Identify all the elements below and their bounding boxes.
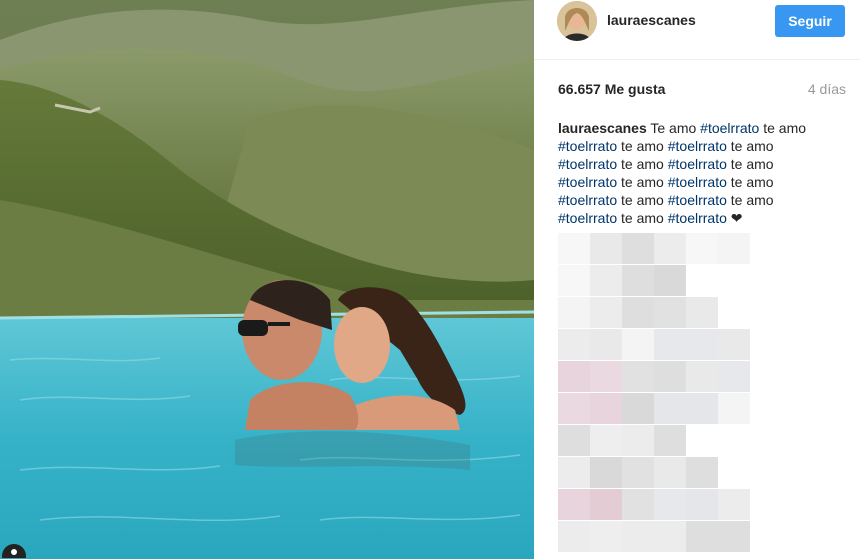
caption-username[interactable]: lauraescanes <box>558 120 647 136</box>
caption-text: te amo <box>617 156 668 172</box>
pixel-block <box>590 489 622 520</box>
pixel-block <box>622 457 654 488</box>
pixel-block <box>686 233 718 264</box>
pixel-block <box>558 265 590 296</box>
pixel-block <box>590 329 622 360</box>
caption-text: te amo <box>726 156 774 172</box>
pixel-block <box>558 329 590 360</box>
hashtag-link[interactable]: #toelrrato <box>668 210 727 226</box>
hashtag-link[interactable]: #toelrrato <box>558 210 617 226</box>
pixel-block <box>654 329 686 360</box>
pixel-block <box>686 361 718 392</box>
caption-line: #toelrrato te amo #toelrrato ❤ <box>558 209 848 227</box>
caption-text: Te amo <box>646 120 701 136</box>
header-username[interactable]: lauraescanes <box>607 12 696 28</box>
pixel-block <box>654 297 686 328</box>
post-photo-image <box>0 0 534 559</box>
pixelated-comments <box>558 233 848 559</box>
hashtag-link[interactable]: #toelrrato <box>668 156 727 172</box>
pixel-block <box>686 489 718 520</box>
pixel-block <box>718 489 750 520</box>
pixel-block <box>558 393 590 424</box>
pixel-block <box>718 393 750 424</box>
pixel-block <box>590 265 622 296</box>
caption-text: te amo <box>759 120 807 136</box>
pixel-block <box>558 233 590 264</box>
caption-line: #toelrrato te amo #toelrrato te amo <box>558 137 848 155</box>
pixel-block <box>718 361 750 392</box>
pixel-block <box>590 297 622 328</box>
pixel-block <box>590 233 622 264</box>
hashtag-link[interactable]: #toelrrato <box>558 138 617 154</box>
pixel-block <box>590 361 622 392</box>
pixel-block <box>686 297 718 328</box>
caption-text: ❤ <box>726 210 743 226</box>
pixel-block <box>654 457 686 488</box>
pixel-block <box>718 233 750 264</box>
pixel-block <box>654 425 686 456</box>
pixel-block <box>686 329 718 360</box>
hashtag-link[interactable]: #toelrrato <box>700 120 759 136</box>
pixel-block <box>654 233 686 264</box>
caption-text: te amo <box>617 192 668 208</box>
pixel-block <box>654 265 686 296</box>
pixel-block <box>558 489 590 520</box>
pixel-block <box>622 425 654 456</box>
caption-text: te amo <box>726 138 774 154</box>
likes-count[interactable]: 66.657 Me gusta <box>558 81 665 97</box>
post-header: lauraescanes Seguir <box>534 0 860 44</box>
instagram-post: lauraescanes Seguir 66.657 Me gusta 4 dí… <box>0 0 860 559</box>
caption-text: te amo <box>726 174 774 190</box>
hashtag-link[interactable]: #toelrrato <box>668 192 727 208</box>
avatar-image <box>557 1 597 41</box>
caption-text: te amo <box>726 192 774 208</box>
pixel-block <box>558 425 590 456</box>
pixel-block <box>718 521 750 552</box>
pixel-block <box>622 361 654 392</box>
pixel-block <box>686 457 718 488</box>
pixel-block <box>654 521 686 552</box>
caption-line: lauraescanes Te amo #toelrrato te amo <box>558 119 848 137</box>
pixel-block <box>622 297 654 328</box>
pixel-block <box>590 457 622 488</box>
pixel-block <box>558 521 590 552</box>
post-photo[interactable] <box>0 0 534 559</box>
pixel-block <box>558 457 590 488</box>
caption-line: #toelrrato te amo #toelrrato te amo <box>558 191 848 209</box>
caption-text: te amo <box>617 138 668 154</box>
hashtag-link[interactable]: #toelrrato <box>558 174 617 190</box>
post-side-panel: lauraescanes Seguir 66.657 Me gusta 4 dí… <box>534 0 860 559</box>
pixel-block <box>686 393 718 424</box>
caption-lines: lauraescanes Te amo #toelrrato te amo #to… <box>558 119 848 227</box>
caption: lauraescanes Te amo #toelrrato te amo #to… <box>558 119 848 227</box>
hashtag-link[interactable]: #toelrrato <box>558 156 617 172</box>
pixel-block <box>622 233 654 264</box>
follow-button[interactable]: Seguir <box>775 5 845 37</box>
caption-text: te amo <box>617 210 668 226</box>
caption-line: #toelrrato te amo #toelrrato te amo <box>558 155 848 173</box>
caption-text: te amo <box>617 174 668 190</box>
pixel-block <box>622 489 654 520</box>
post-time[interactable]: 4 días <box>808 81 846 97</box>
pixel-block <box>686 521 718 552</box>
pixel-block <box>654 489 686 520</box>
header-divider <box>534 59 860 60</box>
pixel-block <box>622 521 654 552</box>
avatar[interactable] <box>557 1 597 41</box>
pixel-block <box>558 361 590 392</box>
hashtag-link[interactable]: #toelrrato <box>558 192 617 208</box>
pixel-block <box>590 521 622 552</box>
pixel-block <box>654 361 686 392</box>
pixel-block <box>654 393 686 424</box>
caption-line: #toelrrato te amo #toelrrato te amo <box>558 173 848 191</box>
pixel-block <box>590 425 622 456</box>
pixel-block <box>622 393 654 424</box>
pixel-block <box>718 329 750 360</box>
hashtag-link[interactable]: #toelrrato <box>668 174 727 190</box>
pixel-block <box>622 329 654 360</box>
hashtag-link[interactable]: #toelrrato <box>668 138 727 154</box>
pixel-block <box>590 393 622 424</box>
pixel-block <box>622 265 654 296</box>
pixel-block <box>558 297 590 328</box>
